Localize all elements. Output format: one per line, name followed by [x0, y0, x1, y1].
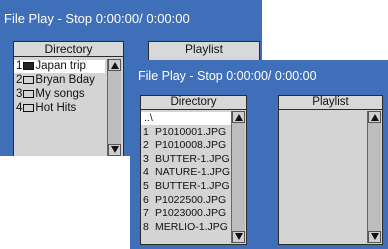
- file-item[interactable]: 3 BUTTER-1.JPG: [141, 153, 230, 166]
- folder-icon: [23, 90, 35, 98]
- item-number: 3: [16, 88, 23, 100]
- arrow-down-icon[interactable]: [232, 231, 245, 243]
- file-item[interactable]: 6 P1022500.JPG: [141, 194, 226, 207]
- directory-header: Directory: [14, 42, 123, 57]
- file-name: BUTTER-1.JPG: [155, 180, 230, 192]
- folder-item[interactable]: 1 Japan trip: [14, 60, 105, 73]
- file-item[interactable]: 1 P1010001.JPG: [141, 126, 226, 139]
- file-number: 1: [143, 126, 149, 138]
- folder-label: Japan trip: [35, 60, 86, 72]
- arrow-up-icon[interactable]: [232, 111, 245, 123]
- file-item[interactable]: 2 P1010008.JPG: [141, 139, 226, 152]
- playlist-panel: Playlist: [278, 95, 383, 245]
- file-number: 6: [143, 194, 149, 206]
- arrow-down-icon[interactable]: [368, 231, 381, 243]
- directory-scrollbar[interactable]: [107, 59, 121, 156]
- item-number: 4: [16, 102, 23, 114]
- file-item[interactable]: 8 MERLIO-1.JPG: [141, 221, 228, 234]
- folder-item[interactable]: 3 My songs: [14, 88, 85, 101]
- item-number: 1: [16, 60, 23, 72]
- file-name: MERLIO-1.JPG: [155, 221, 228, 233]
- directory-header: Directory: [141, 96, 246, 110]
- directory-panel: Directory ..\ 1 P1010001.JPG 2 P1010008.JPG 3…: [140, 95, 247, 245]
- window-title: File Play - Stop 0:00:00/ 0:00:00: [4, 11, 190, 26]
- file-name: BUTTER-1.JPG: [155, 153, 230, 165]
- file-number: 2: [143, 139, 149, 151]
- file-number: 4: [143, 166, 149, 178]
- file-name: NATURE-1.JPG: [155, 166, 231, 178]
- folder-label: Bryan Bday: [35, 74, 95, 86]
- file-name: P1023000.JPG: [155, 207, 227, 219]
- arrow-up-icon[interactable]: [108, 59, 121, 71]
- directory-scrollbar[interactable]: [231, 111, 245, 243]
- folder-icon: [23, 104, 35, 112]
- window-title: File Play - Stop 0:00:00/ 0:00:00: [138, 69, 317, 83]
- playlist-scrollbar[interactable]: [367, 111, 381, 243]
- file-item[interactable]: 7 P1023000.JPG: [141, 207, 226, 220]
- file-name: P1022500.JPG: [155, 194, 227, 206]
- folder-label: Hot Hits: [35, 102, 77, 114]
- file-play-window-front: File Play - Stop 0:00:00/ 0:00:00 Direct…: [130, 60, 388, 249]
- file-item[interactable]: 5 BUTTER-1.JPG: [141, 180, 230, 193]
- file-number: 5: [143, 180, 149, 192]
- playlist-header: Playlist: [279, 96, 382, 110]
- file-item[interactable]: 4 NATURE-1.JPG: [141, 166, 230, 179]
- folder-item[interactable]: 2 Bryan Bday: [14, 74, 95, 87]
- parent-directory-item[interactable]: ..\: [141, 112, 232, 125]
- file-number: 7: [143, 207, 149, 219]
- folder-icon: [23, 76, 35, 84]
- arrow-down-icon[interactable]: [108, 144, 121, 156]
- folder-label: My songs: [35, 88, 85, 100]
- directory-panel: Directory 1 Japan trip 2 Bryan Bday 3 My song…: [13, 41, 124, 156]
- folder-item[interactable]: 4 Hot Hits: [14, 102, 76, 115]
- item-number: 2: [16, 74, 23, 86]
- file-name: P1010001.JPG: [155, 126, 227, 138]
- playlist-header: Playlist: [149, 42, 259, 57]
- folder-filled-icon: [23, 62, 35, 70]
- file-number: 8: [143, 221, 149, 233]
- file-name: P1010008.JPG: [155, 139, 227, 151]
- file-number: 3: [143, 153, 149, 165]
- arrow-up-icon[interactable]: [368, 111, 381, 123]
